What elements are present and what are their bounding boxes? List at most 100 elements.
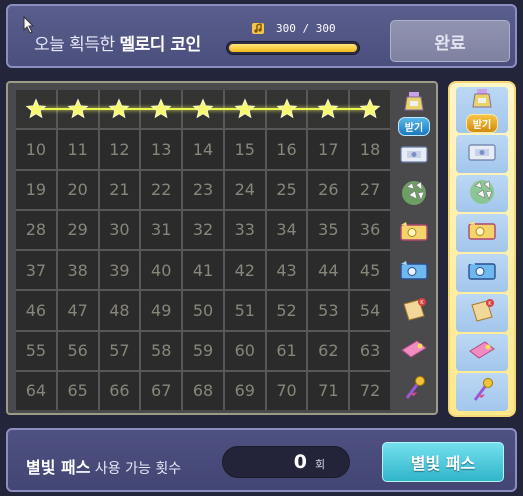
pass-reward-slot[interactable]: 받기	[456, 87, 508, 133]
star-icon	[234, 98, 256, 119]
pass-reward-slot	[456, 214, 508, 253]
crystal-cluster-icon	[399, 179, 429, 211]
row-reward-column: 받기 K	[394, 90, 434, 410]
star-icon	[276, 98, 297, 119]
grid-cell: 45	[350, 251, 390, 290]
header-bar: 오늘 획득한 멜로디 코인 300 / 300 완료	[6, 4, 517, 68]
grid-cell: 26	[308, 170, 349, 209]
blue-ticket-icon	[466, 260, 498, 286]
grid-cell: 66	[99, 371, 140, 410]
grid-cell: 30	[99, 210, 140, 249]
grid-cell: 21	[99, 170, 140, 209]
grid-cell: 46	[16, 291, 56, 330]
grid-cell: 44	[308, 251, 349, 290]
grid-cell: 63	[350, 331, 390, 370]
pass-reward-slot	[456, 254, 508, 292]
starpass-count-label: 별빛 패스 사용 가능 횟수	[26, 454, 181, 478]
pass-reward-column: 받기 K	[448, 81, 516, 417]
grid-cell: 57	[99, 331, 140, 370]
grid-cell: 13	[141, 130, 182, 169]
grid-cell: 37	[16, 251, 56, 290]
grid-cell: 72	[350, 371, 390, 410]
row-reward-slot	[394, 253, 434, 292]
scroll-icon: K	[467, 297, 497, 329]
star-icon	[25, 98, 47, 119]
star-icon	[108, 98, 130, 119]
grid-cell: 31	[141, 210, 182, 249]
coin-progress-bar	[226, 41, 360, 55]
pass-label: 별빛 패스	[26, 458, 91, 477]
gold-ticket-icon	[466, 220, 498, 246]
star-icon	[192, 98, 214, 119]
pink-card-icon	[399, 338, 429, 364]
row-reward-slot: K	[394, 293, 434, 332]
grid-cell: 65	[57, 371, 98, 410]
grid-cell: 52	[266, 291, 307, 330]
star-icon	[67, 98, 89, 119]
count-unit: 회	[315, 458, 326, 471]
scroll-icon: K	[399, 296, 429, 328]
grid-cell: 12	[99, 130, 140, 169]
grid-cell: 43	[266, 251, 307, 290]
row-reward-slot	[394, 332, 434, 371]
pass-sub: 사용 가능 횟수	[90, 461, 182, 477]
grid-cell: 64	[16, 371, 56, 410]
row-reward-slot	[394, 214, 434, 253]
grid-cell: 35	[308, 210, 349, 249]
pass-reward-slot	[456, 333, 508, 372]
grid-cell: 39	[99, 251, 140, 290]
blue-ticket-icon	[398, 260, 430, 286]
title-highlight: 멜로디 코인	[119, 35, 202, 55]
grid-cell: 68	[183, 371, 223, 410]
grid-cell: 50	[183, 291, 223, 330]
grid-cell: 11	[57, 130, 98, 169]
grid-cell: 32	[183, 210, 223, 249]
magic-wand-icon	[399, 374, 429, 406]
grid-cell: 59	[183, 331, 223, 370]
grid-cell: 53	[308, 291, 349, 330]
coin-progress-text: 300 / 300	[276, 22, 336, 35]
count-value: 0	[293, 451, 307, 473]
grid-cell: 48	[99, 291, 140, 330]
grid-cell: 70	[266, 371, 307, 410]
row-reward-slot	[394, 175, 434, 214]
magic-wand-icon	[467, 376, 497, 408]
grid-cell: 24	[224, 170, 265, 209]
complete-button[interactable]: 완료	[390, 20, 510, 62]
coin-progress-fill	[229, 44, 357, 52]
grid-cell: 19	[16, 170, 56, 209]
grid-cell: 20	[57, 170, 98, 209]
row-reward-slot	[394, 371, 434, 410]
grid-cell: 60	[224, 331, 265, 370]
grid-cell: 56	[57, 331, 98, 370]
grid-cell: 29	[57, 210, 98, 249]
grid-cell: 33	[224, 210, 265, 249]
grid-cell: 23	[183, 170, 223, 209]
star-icon	[317, 98, 339, 119]
grid-cell: 36	[350, 210, 390, 249]
star-icon	[359, 98, 381, 119]
grid-cell: 22	[141, 170, 182, 209]
bingo-board: 10 11 12 13 14 15 16 17 18 19 20 21 22 23 24 25 26 27 28 29…	[6, 81, 438, 415]
grid-cell: 47	[57, 291, 98, 330]
potion-bottle-icon	[401, 90, 427, 116]
grid-cell: 54	[350, 291, 390, 330]
starpass-button[interactable]: 별빛 패스	[382, 442, 504, 482]
claim-button[interactable]: 받기	[465, 114, 499, 133]
grid-cell: 17	[308, 130, 349, 169]
title-prefix: 오늘 획득한	[34, 35, 120, 55]
claim-button[interactable]: 받기	[397, 117, 431, 136]
crystal-cluster-icon	[467, 178, 497, 210]
grid-cell: 40	[141, 251, 182, 290]
grid-cell: 58	[141, 331, 182, 370]
grid-cell: 49	[141, 291, 182, 330]
ticket-icon	[399, 143, 429, 169]
grid-cell: 67	[141, 371, 182, 410]
grid-cell: 55	[16, 331, 56, 370]
grid-cell: 71	[308, 371, 349, 410]
row-reward-slot[interactable]: 받기	[394, 90, 434, 136]
gold-ticket-icon	[398, 221, 430, 247]
pass-reward-slot	[456, 373, 508, 411]
grid-cell: 27	[350, 170, 390, 209]
pass-reward-slot	[456, 135, 508, 173]
